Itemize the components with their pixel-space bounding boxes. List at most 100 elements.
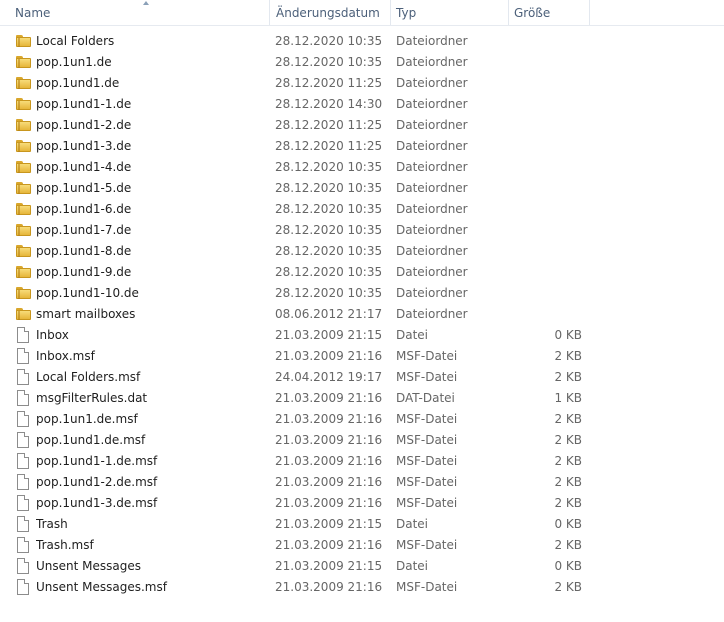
list-item-size (508, 94, 582, 115)
list-item-name: pop.1und1-1.de (36, 97, 132, 111)
list-item-type: Dateiordner (396, 97, 468, 111)
list-item-date: 28.12.2020 10:35 (275, 265, 383, 279)
column-header-type[interactable]: Typ (391, 0, 509, 25)
file-icon (17, 327, 29, 343)
list-item-name: Trash.msf (36, 538, 94, 552)
list-item-type: MSF-Datei (396, 580, 458, 594)
list-item-type: DAT-Datei (396, 391, 455, 405)
list-item-size: 2 KB (554, 412, 582, 426)
column-header-date-label: Änderungsdatum (276, 6, 380, 20)
list-item[interactable]: pop.1und1-5.de 28.12.2020 10:35 Dateiordne… (0, 178, 724, 199)
list-item[interactable]: Local Folders.msf 24.04.2012 19:17 MSF-Dat… (0, 367, 724, 388)
column-header-type-label: Typ (396, 6, 417, 20)
list-item-size (508, 115, 582, 136)
list-item-name: Unsent Messages (36, 559, 141, 573)
list-item-size: 2 KB (554, 349, 582, 363)
list-item-type: MSF-Datei (396, 475, 458, 489)
list-item[interactable]: pop.1und1-1.de.msf 21.03.2009 21:16 MSF-Da… (0, 451, 724, 472)
list-item-type: Dateiordner (396, 34, 468, 48)
list-item-icon-cell (15, 577, 33, 598)
file-icon (17, 390, 29, 406)
file-icon (17, 432, 29, 448)
list-item-name: Local Folders (36, 34, 115, 48)
list-item-icon-cell (15, 115, 33, 136)
list-item-size (508, 220, 582, 241)
list-item-date: 21.03.2009 21:15 (275, 559, 383, 573)
list-item[interactable]: Unsent Messages.msf 21.03.2009 21:16 MSF-D… (0, 577, 724, 598)
list-item-size: 2 KB (554, 454, 582, 468)
list-item-type: Datei (396, 328, 429, 342)
list-item-type: MSF-Datei (396, 496, 458, 510)
file-icon (17, 516, 29, 532)
list-item-type: Dateiordner (396, 265, 468, 279)
column-header-size[interactable]: Größe (509, 0, 590, 25)
list-item-name: pop.1und1-1.de.msf (36, 454, 158, 468)
list-item-size: 2 KB (554, 433, 582, 447)
list-item-size: 2 KB (554, 475, 582, 489)
list-item-date: 28.12.2020 10:35 (275, 160, 383, 174)
list-item-name: Trash (36, 517, 68, 531)
list-item-type: Dateiordner (396, 286, 468, 300)
list-item-icon-cell (15, 451, 33, 472)
list-item-icon-cell (15, 304, 33, 325)
list-item-name: Inbox (36, 328, 69, 342)
list-item[interactable]: pop.1und1-2.de 28.12.2020 11:25 Dateiordne… (0, 115, 724, 136)
list-item-type: MSF-Datei (396, 433, 458, 447)
list-item-type: MSF-Datei (396, 349, 458, 363)
file-icon (17, 453, 29, 469)
file-icon (17, 369, 29, 385)
list-item[interactable]: pop.1und1-1.de 28.12.2020 14:30 Dateiordne… (0, 94, 724, 115)
list-item-date: 08.06.2012 21:17 (275, 307, 383, 321)
list-item[interactable]: pop.1und1-10.de 28.12.2020 10:35 Dateiordn… (0, 283, 724, 304)
list-item-date: 21.03.2009 21:16 (275, 538, 383, 552)
list-item[interactable]: pop.1un1.de.msf 21.03.2009 21:16 MSF-Datei… (0, 409, 724, 430)
list-item-size (508, 73, 582, 94)
list-item[interactable]: pop.1und1.de 28.12.2020 11:25 Dateiordner (0, 73, 724, 94)
list-item-icon-cell (15, 136, 33, 157)
column-header-name[interactable]: Name (10, 0, 270, 25)
list-item-name: pop.1und1-4.de (36, 160, 132, 174)
list-item-date: 21.03.2009 21:16 (275, 349, 383, 363)
list-item-size (508, 304, 582, 325)
list-item-date: 21.03.2009 21:15 (275, 517, 383, 531)
list-item-icon-cell (15, 388, 33, 409)
list-item-name: pop.1und1-9.de (36, 265, 132, 279)
list-item[interactable]: pop.1und1-8.de 28.12.2020 10:35 Dateiordne… (0, 241, 724, 262)
list-item[interactable]: pop.1und1-3.de 28.12.2020 11:25 Dateiordne… (0, 136, 724, 157)
file-icon (17, 474, 29, 490)
list-item-size (508, 157, 582, 178)
list-item-icon-cell (15, 199, 33, 220)
list-item-type: MSF-Datei (396, 538, 458, 552)
list-item[interactable]: pop.1und1-2.de.msf 21.03.2009 21:16 MSF-Da… (0, 472, 724, 493)
list-item[interactable]: pop.1und1-3.de.msf 21.03.2009 21:16 MSF-Da… (0, 493, 724, 514)
list-item-date: 28.12.2020 10:35 (275, 55, 383, 69)
list-item[interactable]: Inbox 21.03.2009 21:15 Datei 0 KB (0, 325, 724, 346)
list-item[interactable]: Local Folders 28.12.2020 10:35 Dateiordner (0, 31, 724, 52)
column-header-date[interactable]: Änderungsdatum (271, 0, 391, 25)
list-item[interactable]: Unsent Messages 21.03.2009 21:15 Datei 0 KB (0, 556, 724, 577)
list-item[interactable]: pop.1und1-4.de 28.12.2020 10:35 Dateiordne… (0, 157, 724, 178)
list-item-type: Dateiordner (396, 307, 468, 321)
list-item[interactable]: Trash.msf 21.03.2009 21:16 MSF-Datei 2 KB (0, 535, 724, 556)
list-item[interactable]: pop.1und1.de.msf 21.03.2009 21:16 MSF-Date… (0, 430, 724, 451)
list-item[interactable]: Trash 21.03.2009 21:15 Datei 0 KB (0, 514, 724, 535)
folder-icon (16, 287, 31, 299)
list-item[interactable]: pop.1un1.de 28.12.2020 10:35 Dateiordner (0, 52, 724, 73)
list-item[interactable]: pop.1und1-7.de 28.12.2020 10:35 Dateiordne… (0, 220, 724, 241)
list-item-type: MSF-Datei (396, 454, 458, 468)
list-item-name: Inbox.msf (36, 349, 95, 363)
list-item[interactable]: pop.1und1-6.de 28.12.2020 10:35 Dateiordne… (0, 199, 724, 220)
list-item-type: MSF-Datei (396, 412, 458, 426)
list-item-name: pop.1un1.de.msf (36, 412, 138, 426)
list-item-date: 21.03.2009 21:16 (275, 433, 383, 447)
list-item[interactable]: smart mailboxes 08.06.2012 21:17 Dateiordn… (0, 304, 724, 325)
list-item-date: 28.12.2020 10:35 (275, 202, 383, 216)
list-item-size: 0 KB (554, 517, 582, 531)
list-item[interactable]: pop.1und1-9.de 28.12.2020 10:35 Dateiordne… (0, 262, 724, 283)
folder-icon (16, 140, 31, 152)
list-item[interactable]: Inbox.msf 21.03.2009 21:16 MSF-Datei 2 KB (0, 346, 724, 367)
list-item-date: 28.12.2020 10:35 (275, 181, 383, 195)
list-item-icon-cell (15, 31, 33, 52)
folder-icon (16, 35, 31, 47)
list-item[interactable]: msgFilterRules.dat 21.03.2009 21:16 DAT-Da… (0, 388, 724, 409)
